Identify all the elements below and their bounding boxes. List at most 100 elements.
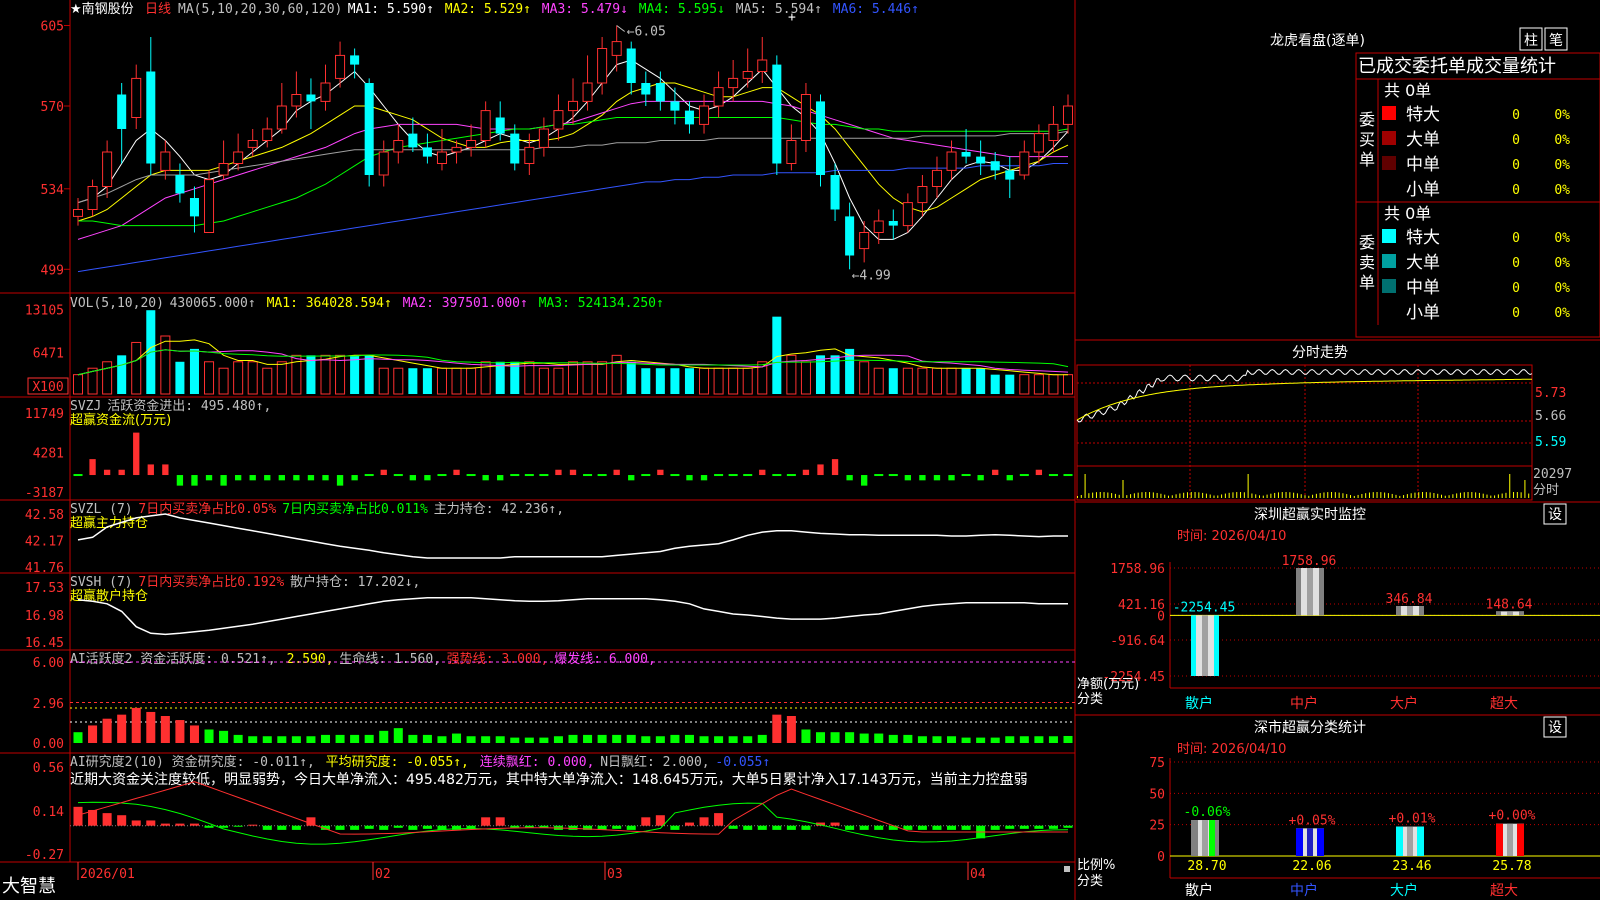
ai1-bar bbox=[655, 736, 665, 743]
intraday-vol-bar bbox=[1080, 494, 1082, 498]
ai2-bar bbox=[495, 817, 505, 826]
ai2-bar bbox=[364, 825, 374, 829]
szcls-value-label: 28.70 bbox=[1187, 859, 1226, 874]
intraday-vol-bar bbox=[1149, 492, 1151, 498]
intraday-vol-bar bbox=[1357, 494, 1359, 498]
szcls-bar-accent bbox=[1209, 820, 1215, 856]
ai2-bar bbox=[757, 825, 767, 830]
intraday-vol-bar bbox=[1312, 494, 1314, 498]
intraday-vol-bar bbox=[1243, 492, 1245, 498]
szrt-category: 散户 bbox=[1185, 695, 1213, 712]
candle-body-down bbox=[1005, 170, 1015, 180]
lhb-buy-row-pct: 0% bbox=[1554, 158, 1570, 173]
svzl-axis-label: 41.76 bbox=[25, 561, 64, 576]
ai2-axis-label: 0.56 bbox=[33, 761, 64, 776]
lhb-buy-row-label: 小单 bbox=[1406, 180, 1440, 200]
ai2-bar bbox=[947, 825, 957, 830]
kline-legend-5: MA5: 5.594↑ bbox=[736, 2, 822, 17]
intraday-vol-bar bbox=[1251, 493, 1253, 498]
ai1-bar bbox=[524, 737, 534, 743]
ai2-bar bbox=[146, 820, 156, 826]
candle-body-up bbox=[204, 179, 215, 234]
ai1-bar bbox=[568, 734, 578, 743]
ai2-bar bbox=[641, 817, 651, 826]
ai1-bar bbox=[320, 734, 331, 743]
ai2-axis-label: 0.14 bbox=[33, 805, 64, 820]
intraday-tag: 分时 bbox=[1533, 483, 1559, 498]
szrt-axis-label: -916.64 bbox=[1110, 634, 1165, 649]
ai1-bar bbox=[160, 716, 170, 743]
intraday-vol-bar bbox=[1088, 493, 1090, 498]
svzj-bar bbox=[613, 469, 620, 476]
vol-bar-up bbox=[931, 367, 942, 395]
svzj-subtitle: 超赢资金流(万元) bbox=[70, 412, 171, 428]
svzj-bar bbox=[264, 475, 271, 481]
lhb-sell-row-label: 小单 bbox=[1406, 303, 1440, 323]
vol-bar-up bbox=[902, 367, 913, 395]
intraday-vol-bar bbox=[1452, 494, 1454, 498]
svzj-bar bbox=[322, 475, 329, 481]
svzj-bar bbox=[307, 475, 315, 481]
lhb-sell-swatch bbox=[1382, 279, 1396, 293]
kline-legend-6: MA6: 5.446↑ bbox=[833, 2, 919, 17]
vol-bar-down bbox=[961, 368, 971, 394]
svzj-bar-zero bbox=[510, 474, 520, 477]
intraday-vol-bar bbox=[1372, 492, 1374, 498]
candle-body-down bbox=[641, 83, 651, 95]
szcls-axis-label: 75 bbox=[1149, 756, 1165, 771]
ai2-bar bbox=[1048, 825, 1058, 829]
ai1-bar bbox=[73, 732, 83, 743]
vol-bar-up bbox=[873, 367, 884, 395]
intraday-vol-bar bbox=[1323, 492, 1325, 498]
intraday-vol-bar bbox=[1092, 492, 1094, 498]
svzj-bar-zero bbox=[539, 474, 549, 477]
vol-bar-up bbox=[262, 367, 273, 395]
vol-bar-up bbox=[320, 354, 331, 395]
ai2-bar bbox=[277, 825, 287, 830]
candle-body-down bbox=[772, 64, 782, 164]
ai2-bar bbox=[422, 825, 432, 829]
lhb-buy-row-label: 中单 bbox=[1406, 155, 1440, 175]
intraday-vol-bar bbox=[1179, 493, 1181, 498]
ai1-bar bbox=[306, 736, 316, 743]
candle-body-up bbox=[131, 77, 142, 118]
vol-legend-1: 430065.000↑ bbox=[170, 296, 256, 311]
ai2-bar bbox=[102, 813, 112, 826]
intraday-vol-bar bbox=[1126, 495, 1128, 498]
intraday-vol-bar bbox=[1296, 493, 1298, 498]
candle-body-up bbox=[247, 140, 258, 148]
svzj-bar-zero bbox=[73, 474, 83, 477]
vol-legend-4: MA3: 524134.250↑ bbox=[539, 296, 664, 311]
szcls-time: 时间: 2026/04/10 bbox=[1177, 742, 1286, 757]
intraday-vol-bar bbox=[1221, 494, 1223, 498]
date-label: 04 bbox=[970, 867, 986, 882]
vol-bar-up bbox=[597, 361, 608, 395]
vol-bar-up bbox=[218, 367, 229, 395]
vol-axis-label: 6471 bbox=[33, 346, 64, 361]
lhb-buy-row-label: 大单 bbox=[1406, 130, 1440, 150]
ai2-bar bbox=[1005, 825, 1015, 829]
ai1-bar bbox=[539, 737, 549, 743]
ai1-axis-label: 6.00 bbox=[33, 656, 64, 671]
ai2-legend-3: N日飘红: 2.000, bbox=[600, 754, 709, 770]
svzj-bar bbox=[249, 475, 256, 481]
candle-body-down bbox=[364, 83, 374, 175]
candle-body-down bbox=[146, 71, 156, 164]
stock-chart-screen: 605 570 534 499 ★南钢股份 日线 MA(5,10,20,30,60,120)… bbox=[0, 0, 1600, 900]
intraday-vol-bar bbox=[1467, 492, 1469, 498]
ai1-bar bbox=[757, 734, 767, 743]
ai1-bar bbox=[772, 714, 782, 743]
intraday-vol-label: 20297 bbox=[1533, 467, 1572, 482]
svzj-bar bbox=[191, 475, 198, 486]
candle-body-up bbox=[335, 54, 346, 79]
szrt-title: 深圳超赢实时监控 bbox=[1254, 506, 1366, 523]
intraday-vol-bar bbox=[1077, 496, 1078, 498]
intraday-vol-bar bbox=[1391, 493, 1393, 498]
svzj-bar bbox=[831, 459, 839, 476]
svzj-bar-zero bbox=[961, 474, 971, 477]
intraday-vol-bar bbox=[1528, 493, 1530, 498]
intraday-vol-bar bbox=[1505, 492, 1507, 498]
szcls-category: 大户 bbox=[1390, 882, 1418, 899]
szcls-change-label: +0.01% bbox=[1389, 812, 1436, 827]
intraday-vol-bar bbox=[1209, 494, 1211, 498]
